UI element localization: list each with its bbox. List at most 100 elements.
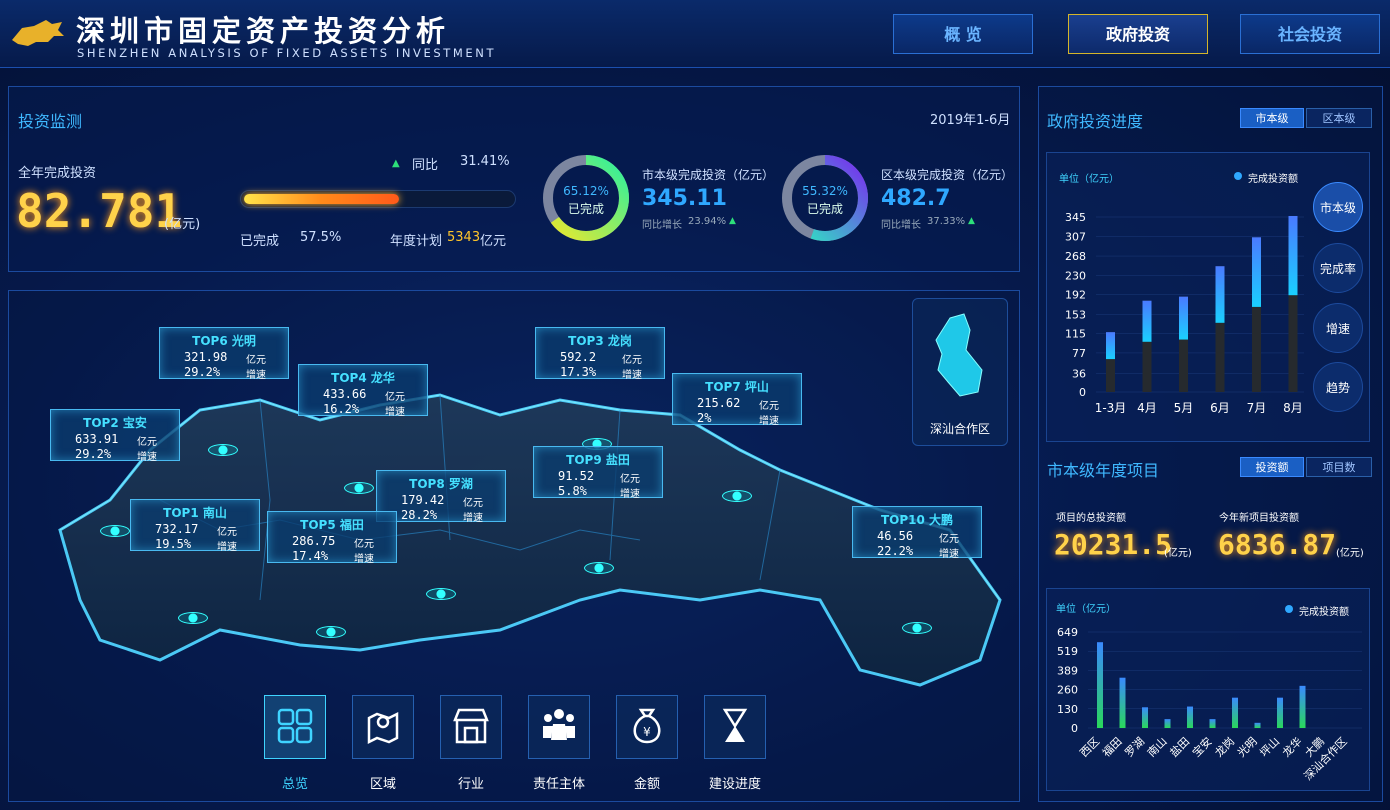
x-tick-label: 8月 <box>1283 401 1303 415</box>
tool-overview-button[interactable] <box>264 695 326 759</box>
bar <box>1119 677 1126 728</box>
x-tick-label: 光明 <box>1234 734 1259 759</box>
y-tick-label: 345 <box>1065 211 1086 224</box>
map-pin[interactable] <box>584 562 614 574</box>
nav-gov-investment-button[interactable]: 政府投资 <box>1068 14 1208 54</box>
map-tag-yantian[interactable]: TOP9 盐田 91.52 亿元 5.8% 增速 <box>533 446 663 500</box>
map-tag-baoan[interactable]: TOP2 宝安 633.91 亿元 29.2% 增速 <box>50 409 180 463</box>
annual-label: 全年完成投资 <box>18 166 97 181</box>
seg-city-level[interactable]: 市本级 <box>1240 108 1304 128</box>
tag-rate-label: 增速 <box>939 549 959 560</box>
side-trend-button[interactable]: 趋势 <box>1313 362 1363 412</box>
city-donut-pct: 65.12% <box>563 184 609 198</box>
map-tag-longhua[interactable]: TOP4 龙华 433.66 亿元 16.2% 增速 <box>298 364 428 418</box>
tag-rate: 17.4% <box>292 549 329 563</box>
district-donut-pct: 55.32% <box>802 184 848 198</box>
tag-rate-label: 增速 <box>354 554 374 565</box>
district-donut-label: 已完成 <box>806 202 843 216</box>
store-icon <box>453 708 489 744</box>
seg-project-count[interactable]: 项目数 <box>1306 457 1372 477</box>
tag-rate: 28.2% <box>401 508 438 522</box>
new-invest-value: 6836.87 <box>1218 528 1337 561</box>
seg-investment[interactable]: 投资额 <box>1240 457 1304 477</box>
seg-district-level[interactable]: 区本级 <box>1306 108 1372 128</box>
people-icon <box>543 709 575 740</box>
nav-social-investment-button[interactable]: 社会投资 <box>1240 14 1380 54</box>
shenshan-region-icon <box>935 313 983 397</box>
tag-value: 433.66 <box>323 387 367 401</box>
x-tick-label: 5月 <box>1174 401 1194 415</box>
tag-rate-label: 增速 <box>137 452 157 463</box>
progress-track <box>240 190 516 208</box>
page-subtitle: SHENZHEN ANALYSIS OF FIXED ASSETS INVEST… <box>77 46 497 60</box>
map-pin[interactable] <box>344 482 374 494</box>
tag-unit: 亿元 <box>620 474 640 485</box>
done-label: 已完成 <box>240 234 280 249</box>
legend-dot <box>1285 605 1293 613</box>
side-growth-button[interactable]: 增速 <box>1313 303 1363 353</box>
tag-unit: 亿元 <box>246 355 266 366</box>
x-tick-label: 6月 <box>1210 401 1230 415</box>
tag-unit: 亿元 <box>354 539 374 550</box>
district-chart-unit: 单位（亿元） <box>1056 604 1116 615</box>
tag-unit: 亿元 <box>385 392 405 403</box>
nav-overview-button[interactable]: 概 览 <box>893 14 1033 54</box>
tool-progress-label: 建设进度 <box>708 777 761 792</box>
tag-value: 592.2 <box>560 350 597 364</box>
city-label: 市本级完成投资（亿元） <box>642 168 775 182</box>
map-pin[interactable] <box>316 626 346 638</box>
map-pin[interactable] <box>208 444 238 456</box>
bar <box>1252 237 1261 307</box>
map-tag-dapeng[interactable]: TOP10 大鹏 46.56 亿元 22.2% 增速 <box>852 506 982 560</box>
map-tag-nanshan[interactable]: TOP1 南山 732.17 亿元 19.5% 增速 <box>130 499 260 553</box>
tag-rate-label: 增速 <box>622 370 642 381</box>
y-tick-label: 192 <box>1065 289 1086 302</box>
y-tick-label: 389 <box>1057 664 1078 677</box>
x-tick-label: 4月 <box>1137 401 1157 415</box>
tag-rate: 16.2% <box>323 402 360 416</box>
map-tag-longgang[interactable]: TOP3 龙岗 592.2 亿元 17.3% 增速 <box>535 327 665 381</box>
tag-title: TOP1 南山 <box>163 506 227 520</box>
map-pin[interactable] <box>426 588 456 600</box>
district-chart-legend: 完成投资额 <box>1299 607 1349 618</box>
up-arrow-icon: ▲ <box>392 158 400 169</box>
tag-value: 286.75 <box>292 534 336 548</box>
y-tick-label: 0 <box>1079 386 1086 399</box>
side-completion-rate-button[interactable]: 完成率 <box>1313 243 1363 293</box>
new-invest-label: 今年新项目投资额 <box>1219 513 1299 524</box>
map-pin-icon <box>367 711 399 745</box>
map-pin[interactable] <box>100 525 130 537</box>
map-pin[interactable] <box>902 622 932 634</box>
tool-industry-button[interactable] <box>440 695 502 759</box>
bar <box>1299 685 1306 728</box>
tag-rate-label: 增速 <box>385 407 405 418</box>
x-tick-label: 罗湖 <box>1122 735 1147 760</box>
map-tag-futian[interactable]: TOP5 福田 286.75 亿元 17.4% 增速 <box>267 511 397 565</box>
map-tag-pingshan[interactable]: TOP7 坪山 215.62 亿元 2% 增速 <box>672 373 802 427</box>
side-city-level-button[interactable]: 市本级 <box>1313 182 1363 232</box>
tool-region-button[interactable] <box>352 695 414 759</box>
tag-value: 215.62 <box>697 396 741 410</box>
city-up-arrow-icon: ▲ <box>729 216 736 226</box>
tag-title: TOP6 光明 <box>192 334 256 348</box>
total-invest-label: 项目的总投资额 <box>1056 513 1126 524</box>
tool-progress-button[interactable] <box>704 695 766 759</box>
city-value: 345.11 <box>642 186 727 211</box>
bar <box>1142 707 1148 728</box>
tag-value: 321.98 <box>184 350 228 364</box>
grid-icon <box>277 708 313 744</box>
y-tick-label: 268 <box>1065 250 1086 263</box>
map-pin[interactable] <box>178 612 208 624</box>
bull-logo-icon <box>12 20 64 46</box>
tag-unit: 亿元 <box>622 355 642 366</box>
tag-value: 732.17 <box>155 522 199 536</box>
tag-rate: 29.2% <box>75 447 112 461</box>
tag-title: TOP4 龙华 <box>331 371 395 385</box>
map-pin[interactable] <box>722 490 752 502</box>
district-completion-donut <box>782 155 868 241</box>
money-bag-icon: ¥ <box>633 708 661 744</box>
tool-responsible-button[interactable] <box>528 695 590 759</box>
y-tick-label: 230 <box>1065 269 1086 282</box>
map-tag-guangming[interactable]: TOP6 光明 321.98 亿元 29.2% 增速 <box>159 327 289 381</box>
tool-amount-button[interactable]: ¥ <box>616 695 678 759</box>
